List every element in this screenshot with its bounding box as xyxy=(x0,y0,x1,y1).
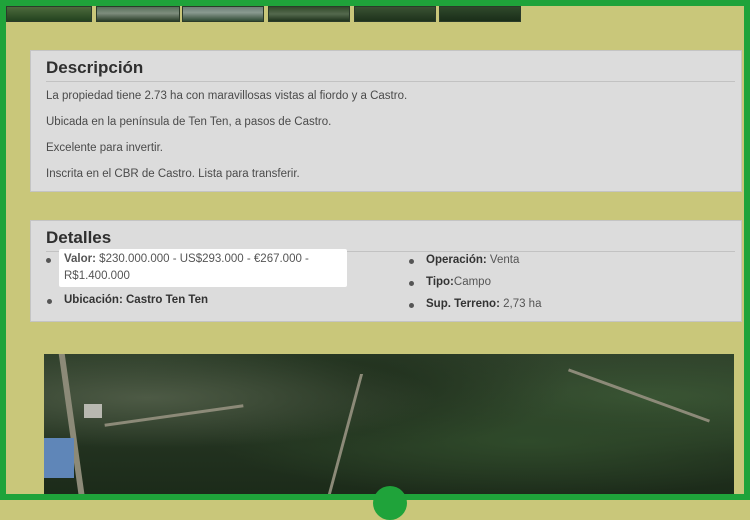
location-label: Ubicación: xyxy=(64,294,123,306)
type-label: Tipo: xyxy=(426,276,454,288)
operation-value: Venta xyxy=(489,254,520,266)
description-line: Excelente para invertir. xyxy=(46,142,163,154)
photo-thumbnail[interactable] xyxy=(354,6,436,22)
operation-label: Operación: xyxy=(426,254,487,266)
map-marker-icon[interactable] xyxy=(373,486,407,520)
map-road xyxy=(58,354,86,500)
description-heading: Descripción xyxy=(46,58,144,77)
bullet-icon xyxy=(409,281,414,286)
photo-thumbnail-strip xyxy=(6,6,744,34)
description-line: Inscrita en el CBR de Castro. Lista para… xyxy=(46,168,300,180)
map-road xyxy=(104,404,244,427)
operation-detail: Operación: Venta xyxy=(409,254,520,266)
satellite-map[interactable] xyxy=(44,354,734,500)
price-value-line2: R$1.400.000 xyxy=(64,270,130,282)
location-value: Castro Ten Ten xyxy=(126,294,208,306)
bullet-icon xyxy=(47,299,52,304)
type-detail: Tipo:Campo xyxy=(409,276,491,288)
photo-thumbnail[interactable] xyxy=(182,6,264,22)
bullet-icon xyxy=(409,259,414,264)
type-value: Campo xyxy=(453,276,491,288)
bullet-icon xyxy=(46,258,51,263)
location-detail: Ubicación: Castro Ten Ten xyxy=(47,294,208,306)
description-line: Ubicada en la península de Ten Ten, a pa… xyxy=(46,116,332,128)
map-building xyxy=(84,404,102,418)
land-area-detail: Sup. Terreno: 2,73 ha xyxy=(409,298,542,310)
details-panel: Detalles Valor: $230.000.000 - US$293.00… xyxy=(30,220,742,322)
map-building xyxy=(44,438,74,478)
bullet-icon xyxy=(409,303,414,308)
land-area-label: Sup. Terreno: xyxy=(426,298,500,310)
price-detail: Valor: $230.000.000 - US$293.000 - €267.… xyxy=(64,253,309,265)
photo-thumbnail[interactable] xyxy=(268,6,350,22)
land-area-value: 2,73 ha xyxy=(503,298,542,310)
description-line: La propiedad tiene 2.73 ha con maravillo… xyxy=(46,90,408,102)
photo-thumbnail[interactable] xyxy=(96,6,180,22)
price-label: Valor: xyxy=(64,253,96,265)
photo-thumbnail[interactable] xyxy=(6,6,92,22)
photo-thumbnail[interactable] xyxy=(439,6,521,22)
map-road xyxy=(327,374,364,494)
price-value-line1: $230.000.000 - US$293.000 - €267.000 - xyxy=(99,253,309,265)
map-section xyxy=(30,348,742,500)
description-panel: Descripción La propiedad tiene 2.73 ha c… xyxy=(30,50,742,192)
divider xyxy=(46,81,735,82)
details-heading: Detalles xyxy=(46,228,112,247)
map-road xyxy=(568,368,710,423)
